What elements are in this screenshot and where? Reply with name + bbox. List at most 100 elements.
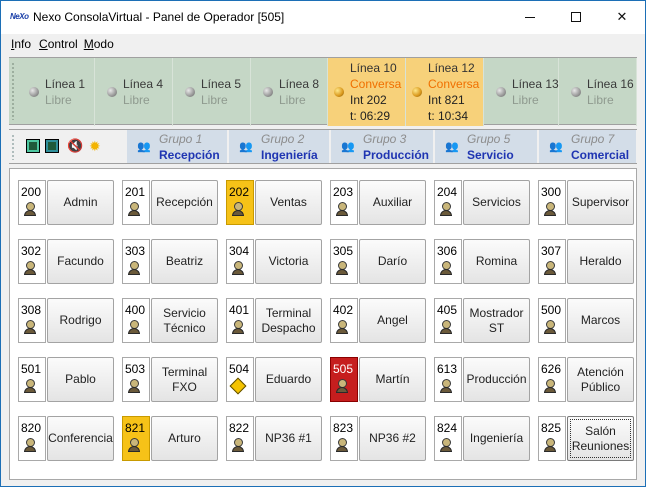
- line-status-icon: [29, 87, 39, 97]
- close-button[interactable]: ✕: [599, 1, 645, 33]
- extension-button[interactable]: Terminal Despacho: [255, 298, 322, 343]
- group-tab-3[interactable]: 👥 Grupo 3 Producción: [331, 130, 434, 163]
- toolbar-grip[interactable]: [11, 134, 15, 160]
- extension-button[interactable]: Pablo: [47, 357, 114, 402]
- extension-number: 306: [437, 244, 458, 258]
- extension-status[interactable]: 303: [122, 239, 150, 284]
- toolbar-grip[interactable]: [11, 62, 15, 120]
- monitor-alt-icon[interactable]: [45, 139, 59, 153]
- extension-status[interactable]: 613: [434, 357, 462, 402]
- extension-button[interactable]: Angel: [359, 298, 426, 343]
- group-label: Comercial: [571, 148, 630, 162]
- group-tab-4[interactable]: 👥 Grupo 5 Servicio: [435, 130, 538, 163]
- extension-status[interactable]: 307: [538, 239, 566, 284]
- extension-button[interactable]: Darío: [359, 239, 426, 284]
- person-icon: [128, 320, 140, 334]
- extension-number: 500: [541, 303, 562, 317]
- extension-button[interactable]: Admin: [47, 180, 114, 225]
- extension-button[interactable]: Ingeniería: [463, 416, 530, 461]
- extension-button[interactable]: Mostrador ST: [463, 298, 530, 343]
- minimize-button[interactable]: [507, 1, 553, 33]
- extension-status[interactable]: 304: [226, 239, 254, 284]
- extension-status[interactable]: 200: [18, 180, 46, 225]
- extension-button[interactable]: Auxiliar: [359, 180, 426, 225]
- extension-status[interactable]: 821: [122, 416, 150, 461]
- extension-status[interactable]: 626: [538, 357, 566, 402]
- group-tab-5[interactable]: 👥 Grupo 7 Comercial: [539, 130, 637, 163]
- extension-button[interactable]: Salón Reuniones: [567, 416, 634, 461]
- menu-item-modo[interactable]: Modo: [81, 34, 117, 54]
- extension-status[interactable]: 201: [122, 180, 150, 225]
- extension-button[interactable]: Marcos: [567, 298, 634, 343]
- extension-status[interactable]: 308: [18, 298, 46, 343]
- extension-status[interactable]: 402: [330, 298, 358, 343]
- extension-status[interactable]: 501: [18, 357, 46, 402]
- extension-201: 201 Recepción: [122, 180, 218, 225]
- extension-button[interactable]: Arturo: [151, 416, 218, 461]
- extension-button[interactable]: Producción: [463, 357, 530, 402]
- extension-status[interactable]: 305: [330, 239, 358, 284]
- title-bar[interactable]: NeXo Nexo ConsolaVirtual - Panel de Oper…: [1, 1, 645, 34]
- line-3[interactable]: Línea 5 Libre: [173, 58, 251, 126]
- speaker-mute-icon[interactable]: 🔇: [67, 139, 83, 153]
- extension-button[interactable]: Heraldo: [567, 239, 634, 284]
- menu-item-info[interactable]: Info: [1, 34, 36, 54]
- extension-status[interactable]: 202: [226, 180, 254, 225]
- extension-button[interactable]: NP36 #1: [255, 416, 322, 461]
- line-7[interactable]: Línea 13 Libre: [484, 58, 559, 126]
- extension-status[interactable]: 822: [226, 416, 254, 461]
- extension-status[interactable]: 500: [538, 298, 566, 343]
- extension-status[interactable]: 300: [538, 180, 566, 225]
- person-icon: [440, 438, 452, 452]
- extension-status[interactable]: 204: [434, 180, 462, 225]
- group-tab-2[interactable]: 👥 Grupo 2 Ingeniería: [229, 130, 330, 163]
- extension-button[interactable]: Eduardo: [255, 357, 322, 402]
- line-6[interactable]: Línea 12 Conversa Int 821 t: 10:34: [406, 58, 484, 126]
- line-status-icon: [334, 87, 344, 97]
- line-2[interactable]: Línea 4 Libre: [95, 58, 173, 126]
- extension-status[interactable]: 504: [226, 357, 254, 402]
- extension-status[interactable]: 820: [18, 416, 46, 461]
- extension-status[interactable]: 405: [434, 298, 462, 343]
- extension-button[interactable]: Ventas: [255, 180, 322, 225]
- extension-button[interactable]: Supervisor: [567, 180, 634, 225]
- line-8[interactable]: Línea 16 Libre: [559, 58, 637, 126]
- extension-status[interactable]: 401: [226, 298, 254, 343]
- extension-status[interactable]: 825: [538, 416, 566, 461]
- line-4[interactable]: Línea 8 Libre: [251, 58, 328, 126]
- extension-button[interactable]: Recepción: [151, 180, 218, 225]
- extension-status[interactable]: 302: [18, 239, 46, 284]
- extension-button[interactable]: Facundo: [47, 239, 114, 284]
- extension-status[interactable]: 505: [330, 357, 358, 402]
- extension-status[interactable]: 823: [330, 416, 358, 461]
- extension-status[interactable]: 400: [122, 298, 150, 343]
- extension-number: 203: [333, 185, 354, 199]
- extension-button[interactable]: Romina: [463, 239, 530, 284]
- extension-button[interactable]: Rodrigo: [47, 298, 114, 343]
- extension-status[interactable]: 824: [434, 416, 462, 461]
- extension-button[interactable]: NP36 #2: [359, 416, 426, 461]
- maximize-button[interactable]: [553, 1, 599, 33]
- extension-button[interactable]: Victoria: [255, 239, 322, 284]
- extension-button[interactable]: Conferencia: [47, 416, 114, 461]
- line-5[interactable]: Línea 10 Conversa Int 202 t: 06:29: [328, 58, 406, 126]
- extension-number: 822: [229, 421, 250, 435]
- extension-button[interactable]: Atención Público: [567, 357, 634, 402]
- line-1[interactable]: Línea 1 Libre: [17, 58, 95, 126]
- extension-button[interactable]: Martín: [359, 357, 426, 402]
- extension-number: 202: [229, 185, 250, 199]
- extension-button[interactable]: Terminal FXO: [151, 357, 218, 402]
- extension-button[interactable]: Beatriz: [151, 239, 218, 284]
- monitor-icon[interactable]: [26, 139, 40, 153]
- extension-821: 821 Arturo: [122, 416, 218, 461]
- extension-status[interactable]: 203: [330, 180, 358, 225]
- extension-status[interactable]: 503: [122, 357, 150, 402]
- line-status-icon: [263, 87, 273, 97]
- sun-icon[interactable]: ✹: [89, 139, 103, 153]
- extension-status[interactable]: 306: [434, 239, 462, 284]
- extension-number: 304: [229, 244, 250, 258]
- group-tab-1[interactable]: 👥 Grupo 1 Recepción: [127, 130, 228, 163]
- extension-button[interactable]: Servicios: [463, 180, 530, 225]
- menu-item-control[interactable]: Control: [36, 34, 81, 54]
- extension-button[interactable]: Servicio Técnico: [151, 298, 218, 343]
